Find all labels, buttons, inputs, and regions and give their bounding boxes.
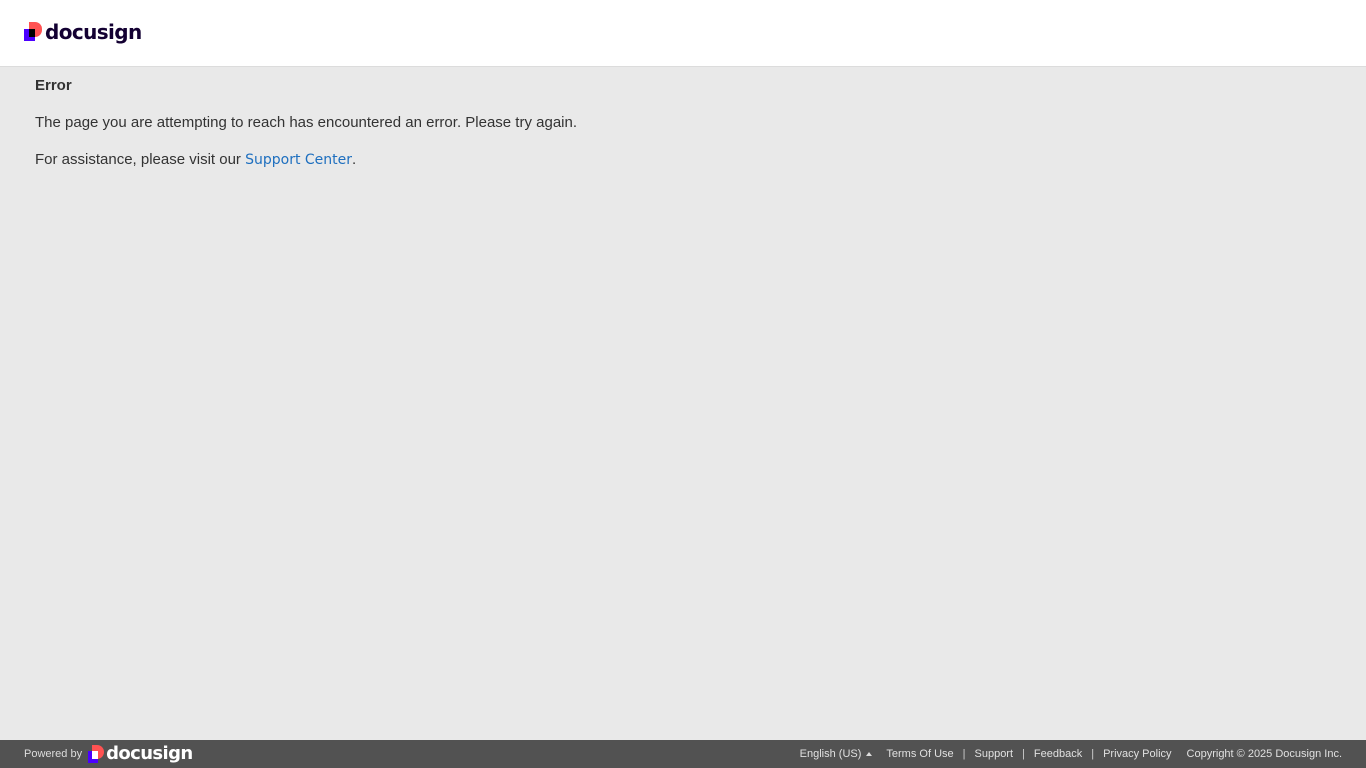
assistance-suffix: . <box>352 151 357 168</box>
header: docusign <box>0 0 1366 67</box>
terms-of-use-link[interactable]: Terms Of Use <box>886 748 953 760</box>
privacy-policy-link[interactable]: Privacy Policy <box>1103 748 1171 760</box>
footer-docusign-logo[interactable]: docusign <box>88 744 193 764</box>
language-label: English (US) <box>799 748 862 760</box>
caret-up-icon <box>866 751 873 756</box>
copyright-text: Copyright © 2025 Docusign Inc. <box>1186 748 1342 760</box>
separator: | <box>1022 748 1025 760</box>
powered-by: Powered by docusign <box>24 740 193 768</box>
feedback-link[interactable]: Feedback <box>1034 748 1082 760</box>
separator: | <box>962 748 966 760</box>
powered-by-label: Powered by <box>24 748 83 760</box>
logo-text: docusign <box>45 20 142 44</box>
footer-logo-text: docusign <box>106 743 193 764</box>
docusign-logo[interactable]: docusign <box>24 20 142 44</box>
assistance-prefix: For assistance, please visit our <box>35 151 246 168</box>
docusign-logo-icon <box>24 22 42 42</box>
language-selector[interactable]: English (US) <box>800 748 873 760</box>
support-center-link[interactable]: Support Center <box>245 152 352 168</box>
assistance-text: For assistance, please visit our Support… <box>35 150 1335 170</box>
footer-links: English (US) Terms Of Use | Support | Fe… <box>800 740 1342 768</box>
error-content: Error The page you are attempting to rea… <box>35 76 1335 170</box>
error-message: The page you are attempting to reach has… <box>35 114 578 131</box>
footer: Powered by docusign English (US) Terms O… <box>0 740 1366 768</box>
separator: | <box>1091 748 1095 760</box>
docusign-logo-icon <box>88 745 105 763</box>
page-title: Error <box>35 77 72 94</box>
support-link[interactable]: Support <box>975 748 1014 760</box>
